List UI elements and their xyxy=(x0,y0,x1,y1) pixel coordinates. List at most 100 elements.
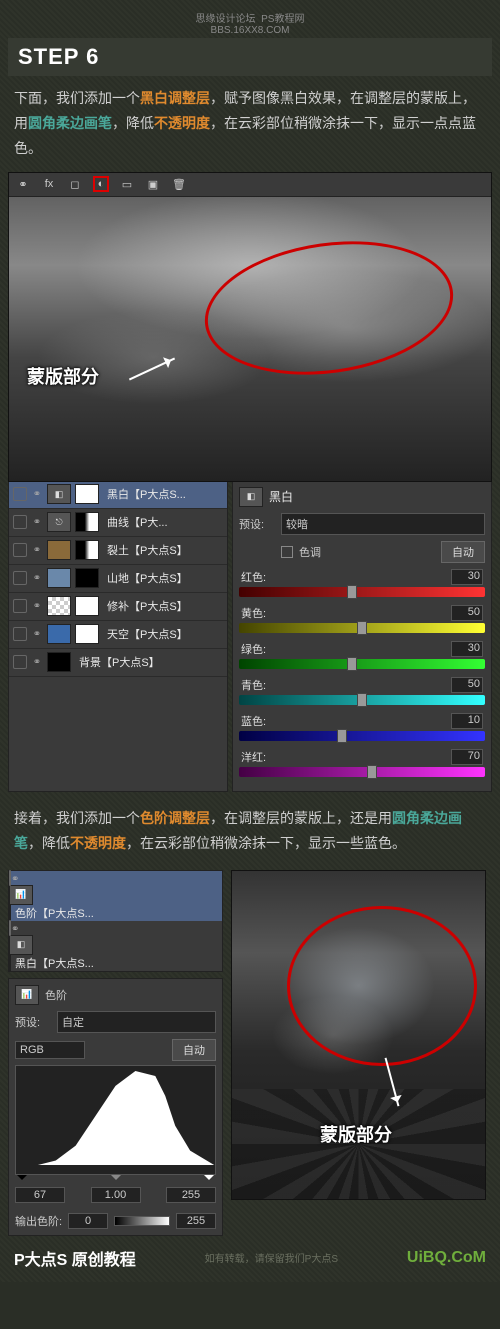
link-icon[interactable]: ⚭ xyxy=(31,629,43,640)
link-icon[interactable]: ⚭ xyxy=(31,545,43,556)
color-slider-row: 蓝色: 10 xyxy=(239,713,485,741)
auto-button[interactable]: 自动 xyxy=(441,541,485,563)
tint-label: 色调 xyxy=(299,544,321,560)
link-icon[interactable]: ⚭ xyxy=(31,489,43,500)
color-slider-row: 洋红: 70 xyxy=(239,749,485,777)
step-title: STEP 6 xyxy=(8,38,492,76)
layer-row[interactable]: ⚭⎋曲线【P大... xyxy=(9,509,227,537)
layer-name: 色阶【P大点S... xyxy=(11,908,94,920)
levels-auto-button[interactable]: 自动 xyxy=(172,1039,216,1061)
link-icon[interactable]: ⚭ xyxy=(31,573,43,584)
adjustment-thumb: 📊 xyxy=(9,885,33,905)
group-icon[interactable]: ▭ xyxy=(119,176,135,192)
watermark: UiBQ.CoM xyxy=(407,1249,486,1267)
input-slider-handles[interactable] xyxy=(15,1175,216,1185)
layer-name: 修补【P大点S】 xyxy=(103,598,188,614)
visibility-icon[interactable] xyxy=(13,571,27,585)
mask-label-1: 蒙版部分 xyxy=(27,363,99,389)
visibility-icon[interactable] xyxy=(13,543,27,557)
slider-track[interactable] xyxy=(239,731,485,741)
annotation-ellipse-2 xyxy=(287,906,477,1066)
bw-icon: ◧ xyxy=(239,487,263,507)
tint-checkbox[interactable] xyxy=(281,546,293,558)
slider-track[interactable] xyxy=(239,695,485,705)
layers-panel-2: ⚭📊色阶【P大点S...⚭◧黑白【P大点S... xyxy=(8,870,223,972)
mask-thumb xyxy=(75,596,99,616)
layer-thumb xyxy=(47,652,71,672)
black-white-panel: ◧ 黑白 预设: 较暗 色调 自动 红色:30黄色:50绿色:30青色:50蓝色… xyxy=(232,480,492,792)
fx-icon[interactable]: fx xyxy=(41,176,57,192)
layer-row[interactable]: ⚭◧黑白【P大点S... xyxy=(9,481,227,509)
levels-panel: 📊 色阶 预设: 自定 RGB 自动 xyxy=(8,978,223,1236)
layer-row[interactable]: ⚭天空【P大点S】 xyxy=(9,621,227,649)
slider-track[interactable] xyxy=(239,767,485,777)
slider-track[interactable] xyxy=(239,587,485,597)
preset-select[interactable]: 较暗 xyxy=(281,513,485,535)
output-highlight[interactable] xyxy=(176,1213,216,1229)
slider-value[interactable]: 50 xyxy=(451,605,483,621)
link-icon[interactable]: ⚭ xyxy=(31,657,43,668)
slider-label: 洋红: xyxy=(241,749,266,765)
slider-value[interactable]: 30 xyxy=(451,641,483,657)
layer-name: 背景【P大点S】 xyxy=(75,654,160,670)
link-icon[interactable]: ⚭ xyxy=(31,601,43,612)
trash-icon[interactable]: 🗑 xyxy=(171,176,187,192)
slider-label: 蓝色: xyxy=(241,713,266,729)
layer-thumb xyxy=(47,568,71,588)
adjustment-thumb: ◧ xyxy=(9,935,33,955)
slider-value[interactable]: 70 xyxy=(451,749,483,765)
visibility-icon[interactable] xyxy=(13,487,27,501)
layer-row[interactable]: ⚭裂土【P大点S】 xyxy=(9,537,227,565)
layer-row[interactable]: ⚭ 背景【P大点S】 xyxy=(9,649,227,677)
color-slider-row: 绿色: 30 xyxy=(239,641,485,669)
midtone-input[interactable] xyxy=(91,1187,141,1203)
levels-preset-select[interactable]: 自定 xyxy=(57,1011,216,1033)
top-credits: 思缘设计论坛 PS教程网BBS.16XX8.COM xyxy=(8,8,492,38)
mask-label-2: 蒙版部分 xyxy=(320,1121,392,1147)
layer-thumb xyxy=(47,624,71,644)
visibility-icon[interactable] xyxy=(13,655,27,669)
layer-thumb xyxy=(47,540,71,560)
layer-row[interactable]: ⚭ 修补【P大点S】 xyxy=(9,593,227,621)
preview-image-1: ⚭ fx ◻ ◐ ▭ ▣ 🗑 蒙版部分 xyxy=(8,172,492,482)
mask-icon[interactable]: ◻ xyxy=(67,176,83,192)
slider-track[interactable] xyxy=(239,659,485,669)
slider-track[interactable] xyxy=(239,623,485,633)
adjustment-icon[interactable]: ◐ xyxy=(93,176,109,192)
layer-name: 山地【P大点S】 xyxy=(103,570,188,586)
layer-row[interactable]: ⚭◧ 黑白【P大点S... xyxy=(9,921,222,971)
histogram xyxy=(15,1065,216,1175)
mask-thumb xyxy=(75,540,99,560)
highlight-input[interactable] xyxy=(166,1187,216,1203)
slider-label: 红色: xyxy=(241,569,266,585)
color-slider-row: 黄色:50 xyxy=(239,605,485,633)
layer-name: 黑白【P大点S... xyxy=(103,486,186,502)
slider-value[interactable]: 50 xyxy=(451,677,483,693)
layer-row[interactable]: ⚭ 山地【P大点S】 xyxy=(9,565,227,593)
slider-value[interactable]: 30 xyxy=(451,569,483,585)
link-icon[interactable]: ⚭ xyxy=(31,517,43,528)
link-icon[interactable]: ⚭ xyxy=(11,924,19,935)
preview-image-2: 蒙版部分 xyxy=(231,870,486,1200)
preset-label: 预设: xyxy=(239,516,275,532)
paragraph-1: 下面，我们添加一个黑白调整层，赋予图像黑白效果，在调整层的蒙版上，用圆角柔边画笔… xyxy=(8,82,492,172)
adjustment-thumb: ⎋ xyxy=(47,512,71,532)
slider-label: 青色: xyxy=(241,677,266,693)
slider-value[interactable]: 10 xyxy=(451,713,483,729)
layer-name: 黑白【P大点S... xyxy=(11,958,94,970)
visibility-icon[interactable] xyxy=(13,627,27,641)
output-shadow[interactable] xyxy=(68,1213,108,1229)
link-icon[interactable]: ⚭ xyxy=(11,874,19,885)
shadow-input[interactable] xyxy=(15,1187,65,1203)
output-gradient[interactable] xyxy=(114,1216,170,1226)
new-layer-icon[interactable]: ▣ xyxy=(145,176,161,192)
layer-row[interactable]: ⚭📊 色阶【P大点S... xyxy=(9,871,222,921)
channel-select[interactable]: RGB xyxy=(15,1041,85,1059)
visibility-icon[interactable] xyxy=(13,515,27,529)
layer-thumb xyxy=(47,596,71,616)
slider-label: 绿色: xyxy=(241,641,266,657)
visibility-icon[interactable] xyxy=(13,599,27,613)
link-icon[interactable]: ⚭ xyxy=(15,176,31,192)
brand-label: P大点S 原创教程 xyxy=(14,1246,136,1270)
layers-panel-1: ⚭◧黑白【P大点S...⚭⎋曲线【P大...⚭裂土【P大点S】⚭山地【P大点S】… xyxy=(8,480,228,792)
